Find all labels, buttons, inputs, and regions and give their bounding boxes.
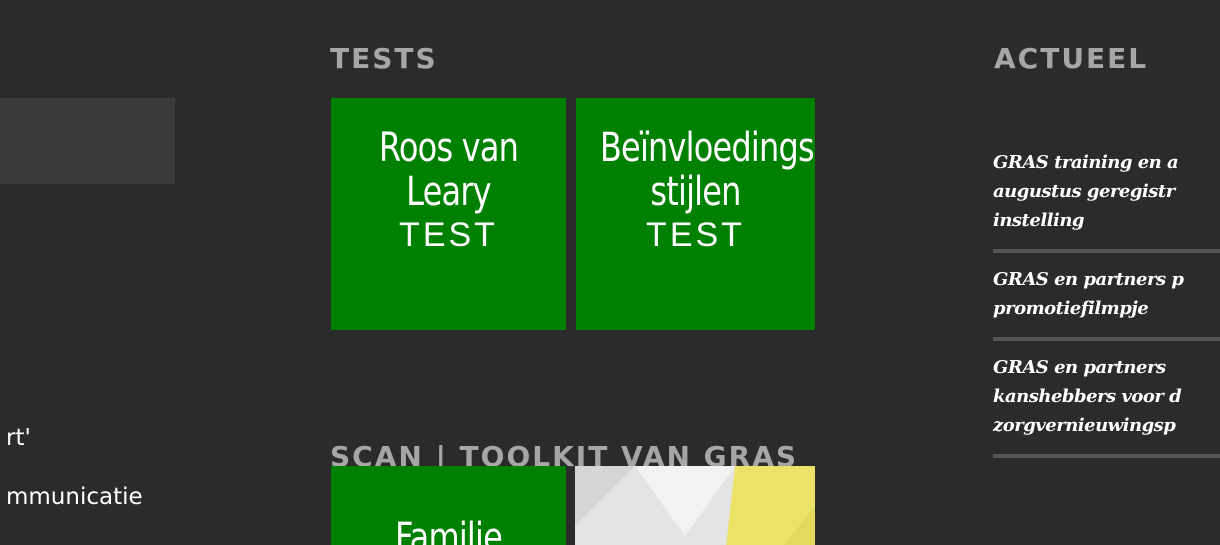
tile-familie[interactable]: Familie — [331, 466, 566, 545]
news-line: augustus geregistr — [993, 181, 1175, 202]
tile-title-line-1: Familie — [394, 515, 503, 545]
news-line: promotiefilmpje — [993, 298, 1149, 319]
tests-heading: TESTS — [330, 42, 438, 75]
news-divider — [993, 249, 1220, 253]
tile-beinvloedingsstijlen[interactable]: Beïnvloedings stijlen TEST — [576, 98, 815, 330]
news-line: GRAS en partners — [993, 357, 1166, 378]
news-line: GRAS en partners p — [993, 269, 1184, 290]
page: rt' mmunicatie TESTS Roos van Leary TEST… — [0, 0, 1220, 545]
tile-roos-van-leary[interactable]: Roos van Leary TEST — [331, 98, 566, 330]
news-divider — [993, 454, 1220, 458]
news-item: GRAS en partners p promotiefilmpje — [993, 265, 1220, 341]
tile-title-line-1: Roos van — [378, 125, 519, 171]
news-link[interactable]: GRAS en partners p promotiefilmpje — [993, 265, 1220, 323]
news-list: GRAS training en a augustus geregistr in… — [993, 148, 1220, 470]
left-nav-link-2[interactable]: mmunicatie — [6, 484, 143, 510]
news-line: kanshebbers voor d — [993, 386, 1182, 407]
actueel-heading: ACTUEEL — [994, 42, 1149, 75]
news-line: GRAS training en a — [993, 152, 1179, 173]
news-line: zorgvernieuwingsp — [993, 415, 1176, 436]
news-link[interactable]: GRAS training en a augustus geregistr in… — [993, 148, 1220, 235]
news-line: instelling — [993, 210, 1085, 231]
news-item: GRAS en partners kanshebbers voor d zorg… — [993, 353, 1220, 458]
tile-title-line-1: Beïnvloedings — [599, 125, 815, 171]
left-search-box[interactable] — [0, 98, 175, 184]
left-nav-link-1[interactable]: rt' — [6, 425, 31, 451]
toolkit-graphic — [575, 466, 815, 545]
tile-tag: TEST — [646, 216, 745, 254]
tile-title-line-2: stijlen — [650, 169, 741, 215]
news-divider — [993, 337, 1220, 341]
news-link[interactable]: GRAS en partners kanshebbers voor d zorg… — [993, 353, 1220, 440]
tile-tag: TEST — [399, 216, 498, 254]
tile-title-line-2: Leary — [406, 169, 491, 215]
toolkit-graphic-tile[interactable] — [575, 466, 815, 545]
news-item: GRAS training en a augustus geregistr in… — [993, 148, 1220, 253]
